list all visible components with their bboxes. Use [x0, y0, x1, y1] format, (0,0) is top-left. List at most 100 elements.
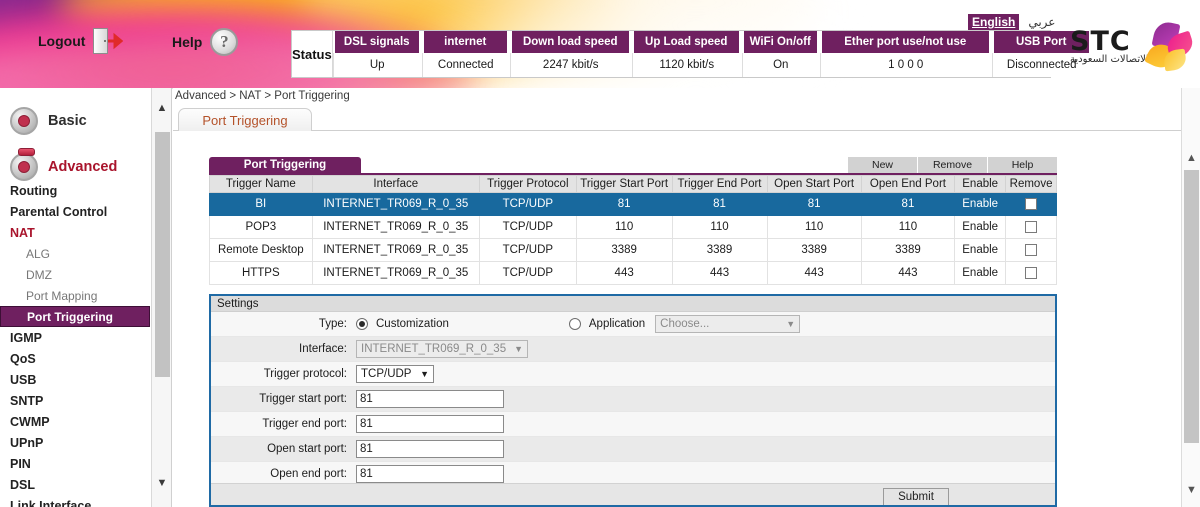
remove-button[interactable]: Remove — [917, 157, 987, 173]
cell-enable: Enable — [954, 215, 1007, 239]
open-start-port-input[interactable] — [356, 440, 504, 458]
remove-checkbox[interactable] — [1025, 197, 1038, 210]
chevron-down-icon[interactable]: ▼ — [152, 473, 172, 493]
cell-trigger-start: 443 — [575, 261, 673, 285]
cell-trigger-end: 443 — [671, 261, 768, 285]
status-col-download-speed: Down load speed 2247 kbit/s — [508, 31, 631, 77]
trigger-end-port-input[interactable] — [356, 415, 504, 433]
sidebar-item-dsl[interactable]: DSL — [0, 474, 151, 495]
stc-logo-arabic-text: الاتصالات السعودية — [1070, 54, 1149, 65]
cell-enable: Enable — [954, 192, 1007, 216]
chevron-down-icon[interactable]: ▼ — [1182, 480, 1200, 499]
logout-button[interactable]: Logout — [38, 28, 124, 54]
sidebar-section-advanced[interactable]: Advanced — [0, 148, 117, 184]
remove-checkbox[interactable] — [1025, 266, 1038, 279]
radio-application[interactable] — [568, 318, 581, 330]
cell-remove[interactable] — [1005, 215, 1057, 239]
sidebar-item-cwmp[interactable]: CWMP — [0, 411, 151, 432]
status-head-download: Down load speed — [509, 31, 631, 53]
cell-trigger-start: 3389 — [575, 238, 673, 262]
status-head-internet: internet — [421, 31, 509, 53]
sidebar-item-pin[interactable]: PIN — [0, 453, 151, 474]
cell-interface: INTERNET_TR069_R_0_35 — [311, 215, 480, 239]
sidebar-item-label: Link Interface — [10, 498, 92, 507]
sidebar-section-basic[interactable]: Basic — [0, 104, 87, 138]
sidebar-item-qos[interactable]: QoS — [0, 348, 151, 369]
new-button[interactable]: New — [847, 157, 917, 173]
cell-open-start: 110 — [766, 215, 862, 239]
cell-open-start: 443 — [766, 261, 862, 285]
chevron-down-icon: ▼ — [786, 319, 796, 329]
tab-port-triggering[interactable]: Port Triggering — [178, 108, 312, 131]
remove-checkbox[interactable] — [1025, 243, 1038, 256]
sidebar-item-nat[interactable]: NAT — [0, 222, 151, 243]
logout-label: Logout — [38, 33, 86, 49]
sidebar-item-routing[interactable]: Routing — [0, 180, 151, 201]
table-row[interactable]: HTTPS INTERNET_TR069_R_0_35 TCP/UDP 443 … — [209, 261, 1057, 285]
table-row[interactable]: Remote Desktop INTERNET_TR069_R_0_35 TCP… — [209, 238, 1057, 262]
table-row[interactable]: BI INTERNET_TR069_R_0_35 TCP/UDP 81 81 8… — [209, 192, 1057, 216]
page-scrollbar[interactable]: ▲ ▼ — [1181, 88, 1200, 507]
interface-select-value: INTERNET_TR069_R_0_35 — [361, 343, 507, 355]
cell-interface: INTERNET_TR069_R_0_35 — [311, 238, 480, 262]
cell-remove[interactable] — [1005, 192, 1057, 216]
sidebar-item-port-triggering[interactable]: Port Triggering — [0, 306, 150, 327]
cell-interface: INTERNET_TR069_R_0_35 — [311, 261, 480, 285]
submit-button[interactable]: Submit — [883, 488, 949, 505]
col-open-end-port: Open End Port — [860, 175, 956, 193]
application-select[interactable]: Choose... ▼ — [655, 315, 801, 333]
sidebar-item-label: Parental Control — [10, 204, 108, 219]
page-scrollbar-thumb[interactable] — [1184, 170, 1199, 443]
settings-row-trigger-start: Trigger start port: — [211, 387, 1055, 412]
remove-checkbox[interactable] — [1025, 220, 1038, 233]
status-columns: DSL signals Up internet Connected Down l… — [332, 31, 1091, 77]
cell-enable: Enable — [954, 261, 1007, 285]
sidebar-item-dmz[interactable]: DMZ — [0, 264, 151, 285]
col-enable: Enable — [954, 175, 1007, 193]
chevron-up-icon[interactable]: ▲ — [1182, 148, 1200, 167]
open-start-port-label: Open start port: — [267, 443, 347, 455]
settings-row-type: Type: Customization Application Choose..… — [211, 312, 1055, 337]
chevron-down-icon: ▼ — [514, 344, 524, 354]
application-select-value: Choose... — [660, 318, 710, 330]
sidebar-item-alg[interactable]: ALG — [0, 243, 151, 264]
trigger-protocol-select[interactable]: TCP/UDP ▼ — [356, 365, 434, 383]
status-value-wifi: On — [741, 53, 819, 77]
sidebar-item-sntp[interactable]: SNTP — [0, 390, 151, 411]
help-table-button[interactable]: Help — [987, 157, 1057, 173]
cell-remove[interactable] — [1005, 261, 1057, 285]
sidebar-item-label: PIN — [10, 456, 31, 471]
status-value-dsl: Up — [332, 53, 421, 77]
sidebar-item-igmp[interactable]: IGMP — [0, 327, 151, 348]
sidebar-item-upnp[interactable]: UPnP — [0, 432, 151, 453]
settings-row-interface: Interface: INTERNET_TR069_R_0_35 ▼ — [211, 337, 1055, 362]
radio-customization[interactable] — [356, 318, 368, 330]
cell-open-end: 3389 — [860, 238, 956, 262]
port-triggering-table: Trigger Name Interface Trigger Protocol … — [209, 175, 1057, 285]
sidebar-scrollbar[interactable]: ▲ ▼ — [152, 88, 172, 507]
sidebar-item-label: NAT — [10, 225, 35, 240]
trigger-start-port-input[interactable] — [356, 390, 504, 408]
sidebar-item-parental-control[interactable]: Parental Control — [0, 201, 151, 222]
sidebar-item-usb[interactable]: USB — [0, 369, 151, 390]
open-end-port-input[interactable] — [356, 465, 504, 483]
interface-select[interactable]: INTERNET_TR069_R_0_35 ▼ — [356, 340, 528, 358]
sidebar-item-link-interface[interactable]: Link Interface — [0, 495, 151, 507]
cell-remove[interactable] — [1005, 238, 1057, 262]
cell-protocol: TCP/UDP — [478, 215, 577, 239]
breadcrumb: Advanced > NAT > Port Triggering — [175, 90, 350, 102]
cell-trigger-end: 110 — [671, 215, 768, 239]
language-english-link[interactable]: English — [968, 14, 1020, 30]
chevron-up-icon[interactable]: ▲ — [152, 98, 172, 118]
sidebar-scrollbar-thumb[interactable] — [155, 132, 170, 377]
radio-application-label: Application — [588, 318, 646, 330]
sidebar-navigation: Basic Advanced Routing Parental Control … — [0, 88, 152, 507]
sidebar-item-port-mapping[interactable]: Port Mapping — [0, 285, 151, 306]
col-open-start-port: Open Start Port — [766, 175, 862, 193]
type-label: Type: — [318, 318, 347, 330]
table-row[interactable]: POP3 INTERNET_TR069_R_0_35 TCP/UDP 110 1… — [209, 215, 1057, 239]
sidebar-item-label: ALG — [26, 246, 51, 261]
cell-protocol: TCP/UDP — [478, 261, 577, 285]
language-arabic-link[interactable]: عربي — [1028, 15, 1055, 29]
help-button[interactable]: Help ? — [172, 28, 239, 56]
